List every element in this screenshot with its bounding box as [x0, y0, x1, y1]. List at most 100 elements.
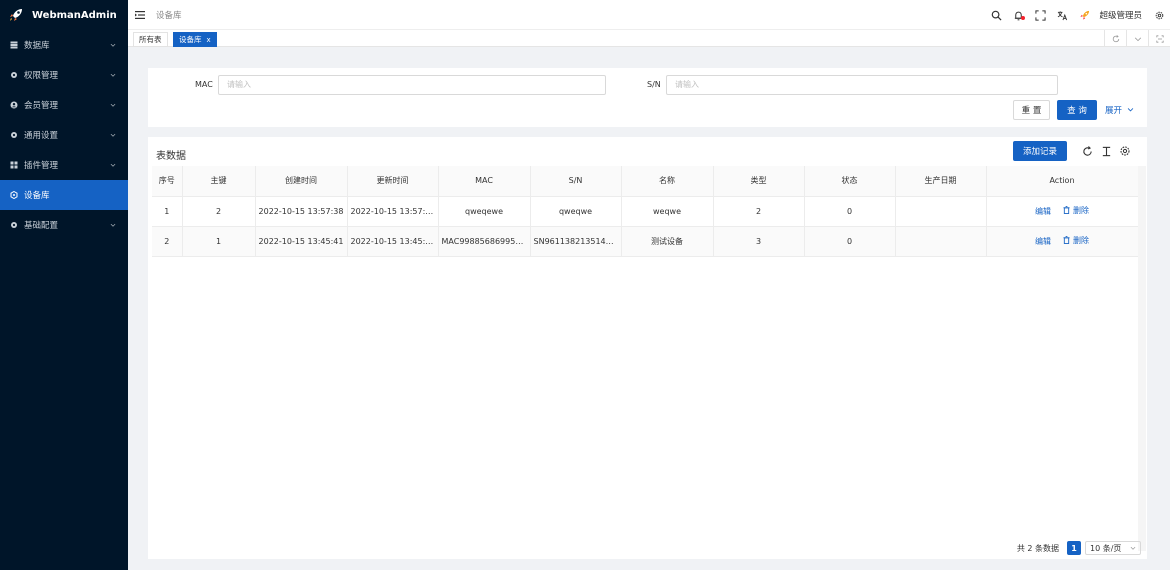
sidebar-item-2[interactable]: 会员管理 [0, 90, 128, 120]
translate-icon [1057, 10, 1068, 20]
notification-dot [1021, 15, 1026, 20]
chevron-down-icon [110, 221, 116, 230]
table-row[interactable]: 2 1 2022-10-15 13:45:41 2022-10-15 13:45:41… [152, 226, 1139, 257]
sidebar-item-5[interactable]: 设备库 [0, 180, 128, 210]
mac-input[interactable]: 请输入 [218, 75, 606, 95]
user-avatar[interactable] [1073, 10, 1095, 21]
gear-icon [10, 71, 18, 79]
gear-icon [1155, 11, 1163, 19]
chevron-down-icon [110, 161, 116, 170]
column-header[interactable]: 创建时间 [255, 166, 348, 197]
search-icon [991, 10, 1002, 21]
sidebar-item-label: 基础配置 [24, 221, 59, 231]
column-header[interactable]: 序号 [152, 166, 183, 197]
table-header: 序号 主键 创建时间 更新时间 MAC S/N 名称 类型 状态 生产日期 Action [152, 166, 1139, 197]
chevron-down-icon [110, 71, 116, 80]
column-header[interactable]: Action [986, 166, 1139, 197]
column-header[interactable]: 更新时间 [347, 166, 439, 197]
query-button[interactable]: 查 询 [1057, 100, 1097, 120]
cell-id: 2 [182, 196, 256, 227]
settings-button[interactable] [1148, 10, 1170, 21]
cell-prod-date [895, 196, 987, 227]
cell-created: 2022-10-15 13:57:38 [255, 196, 348, 227]
tab-device-library[interactable]: 设备库 x [173, 32, 217, 47]
column-header[interactable]: MAC [438, 166, 531, 197]
notification-button[interactable] [1007, 10, 1029, 21]
density-icon[interactable] [1101, 146, 1112, 157]
pagination: 共 2 条数据 1 10 条/页 [1017, 541, 1141, 555]
database-icon [10, 41, 18, 49]
cell-updated: 2022-10-15 13:45:41 [347, 226, 439, 257]
chevron-down-icon [1127, 108, 1133, 112]
page-1-button[interactable]: 1 [1067, 541, 1081, 555]
cell-updated: 2022-10-15 13:57:38 [347, 196, 439, 227]
sidebar-item-label: 权限管理 [24, 71, 59, 81]
reset-button[interactable]: 重 置 [1013, 100, 1050, 120]
tab-refresh-button[interactable] [1104, 30, 1126, 47]
tab-label: 所有表 [139, 35, 162, 44]
trash-icon [1063, 206, 1070, 215]
sidebar-item-0[interactable]: 数据库 [0, 30, 128, 60]
cell-sn: qweqwe [530, 196, 622, 227]
vertical-scrollbar[interactable] [1138, 166, 1146, 551]
user-name[interactable]: 超级管理员 [1099, 9, 1142, 21]
cell-status: 0 [804, 226, 896, 257]
cell-mac: MAC998856869958... [438, 226, 531, 257]
breadcrumb[interactable]: 设备库 [156, 9, 182, 21]
tab-tools [1104, 30, 1170, 47]
tab-close-icon[interactable]: x [207, 36, 211, 44]
table-row[interactable]: 1 2 2022-10-15 13:57:38 2022-10-15 13:57:38… [152, 196, 1139, 227]
add-record-button[interactable]: 添加记录 [1013, 141, 1067, 161]
tab-all-tables[interactable]: 所有表 [133, 32, 168, 47]
column-header[interactable]: 类型 [713, 166, 805, 197]
column-header[interactable]: 主键 [182, 166, 256, 197]
edit-button[interactable]: 编辑 [1035, 206, 1051, 217]
sidebar-item-1[interactable]: 权限管理 [0, 60, 128, 90]
tab-label: 设备库 [179, 35, 202, 44]
page-size-select[interactable]: 10 条/页 [1085, 541, 1141, 555]
delete-button[interactable]: 删除 [1063, 205, 1089, 216]
grid-icon [10, 161, 18, 169]
sidebar-item-6[interactable]: 基础配置 [0, 210, 128, 240]
column-header[interactable]: S/N [530, 166, 622, 197]
search-button[interactable] [985, 10, 1007, 21]
reload-icon[interactable] [1082, 146, 1093, 157]
app-logo[interactable]: WebmanAdmin [0, 0, 128, 30]
expand-toggle[interactable]: 展开 [1105, 104, 1134, 116]
cell-prod-date [895, 226, 987, 257]
language-button[interactable] [1051, 10, 1073, 21]
tabs-bar: 所有表 设备库 x [128, 30, 1170, 47]
sidebar-item-3[interactable]: 通用设置 [0, 120, 128, 150]
delete-button[interactable]: 删除 [1063, 235, 1089, 246]
menu-collapse-icon[interactable] [135, 10, 145, 20]
column-settings-icon[interactable] [1119, 145, 1131, 157]
chevron-down-icon [1130, 546, 1136, 550]
chevron-down-icon [1134, 37, 1141, 41]
gear-icon [10, 221, 18, 229]
sn-input[interactable]: 请输入 [666, 75, 1058, 95]
top-bar: 设备库 超级管理员 [128, 0, 1170, 30]
chevron-down-icon [110, 41, 116, 50]
cell-type: 3 [713, 226, 805, 257]
cell-mac: qweqewe [438, 196, 531, 227]
chevron-down-icon [110, 131, 116, 140]
column-header[interactable]: 名称 [621, 166, 714, 197]
cell-index: 2 [152, 226, 183, 257]
tab-dropdown-button[interactable] [1126, 30, 1148, 47]
table-card: 表数据 添加记录 序号 主键 创建时间 更新时间 MAC S/N 名称 类型 状态 生产日期 Act… [148, 137, 1147, 559]
sidebar-item-4[interactable]: 插件管理 [0, 150, 128, 180]
expand-label: 展开 [1105, 106, 1123, 116]
edit-button[interactable]: 编辑 [1035, 236, 1051, 247]
column-header[interactable]: 生产日期 [895, 166, 987, 197]
column-header[interactable]: 状态 [804, 166, 896, 197]
table-body: 1 2 2022-10-15 13:57:38 2022-10-15 13:57:38… [152, 196, 1139, 257]
edit-label: 编辑 [1035, 237, 1051, 247]
delete-label: 删除 [1073, 205, 1089, 215]
rocket-avatar-icon [1080, 10, 1090, 20]
tab-maximize-button[interactable] [1148, 30, 1170, 47]
sidebar-item-label: 设备库 [24, 191, 50, 201]
trash-icon [1063, 236, 1070, 245]
table-title: 表数据 [156, 151, 186, 162]
sn-label: S/N [647, 80, 661, 89]
fullscreen-button[interactable] [1029, 9, 1051, 21]
